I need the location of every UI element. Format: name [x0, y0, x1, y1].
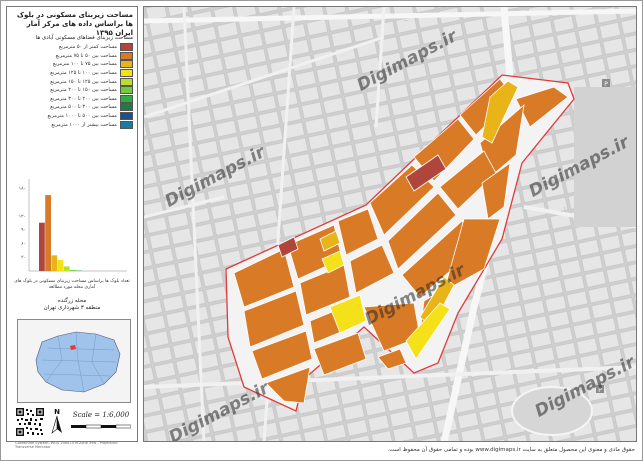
bar-150-200 [70, 270, 76, 271]
locator-title-line2: منطقه ۳ شهرداری تهران [43, 305, 101, 311]
legend-item: مساحت بین ۳۰۰ تا ۵۰۰ مترمربع [11, 103, 133, 112]
legend-swatch [120, 112, 133, 121]
bar-75-100 [51, 255, 58, 271]
copyright-notice: حقوق مادی و معنوی این محصول متعلق به سای… [387, 447, 635, 453]
chart-caption: تعداد بلوک ها براساس مساحت زیربنای مسکون… [14, 279, 130, 290]
legend-label: مساحت بین ۲۰۰ تا ۳۰۰ مترمربع [50, 95, 117, 102]
legend-swatch [120, 86, 133, 95]
legend-swatch [120, 69, 133, 78]
legend-label: مساحت بین ۷۵ تا ۱۰۰ مترمربع [52, 61, 117, 68]
y-tick-label: ۹۰ [21, 228, 26, 233]
legend-swatch [120, 77, 133, 86]
bar-50-75 [45, 195, 51, 271]
legend-swatch [120, 94, 133, 103]
svg-text:...: ... [404, 17, 408, 22]
legend-swatch [120, 120, 133, 129]
legend: مساحت زیربنای فضاهای مسکونی آبادی ها مسا… [11, 35, 133, 143]
north-arrow-icon: N [51, 408, 62, 434]
qr-code [15, 407, 45, 437]
locator-title-line1: محله زرگنده [57, 298, 87, 304]
legend-swatch [120, 103, 133, 112]
legend-label: مساحت بین ۵۰ تا ۷۵ مترمربع [55, 52, 117, 59]
legend-label: مساحت بین ۱۵۰ تا ۲۰۰ مترمربع [50, 87, 117, 94]
legend-item: مساحت بین ۵۰۰ تا ۱۰۰۰ مترمربع [11, 112, 133, 121]
scale-bar [71, 424, 131, 429]
legend-panel: مساحت زیربنای مسکونی در بلوک ها براساس د… [6, 6, 138, 449]
legend-swatch [120, 51, 133, 60]
legend-item: مساحت بین ۱۵۰ تا ۲۰۰ مترمربع [11, 86, 133, 95]
legend-item: مساحت بیشتر از ۱۰۰۰ مترمربع [11, 120, 133, 129]
legend-swatch [120, 60, 133, 69]
locator-title: محله زرگنده منطقه ۳ شهرداری تهران [11, 298, 133, 312]
legend-item: مساحت بین ۱۲۵ تا ۱۵۰ مترمربع [11, 77, 133, 86]
legend-label: مساحت بیشتر از ۱۰۰۰ مترمربع [51, 121, 117, 128]
locator-map [17, 319, 131, 403]
legend-label: مساحت کمتر از ۵۰ مترمربع [58, 44, 117, 51]
legend-label: مساحت بین ۱۲۵ تا ۱۵۰ مترمربع [50, 78, 117, 85]
legend-label: مساحت بین ۵۰۰ تا ۱۰۰۰ مترمربع [47, 113, 118, 120]
legend-label: مساحت بین ۳۰۰ تا ۵۰۰ مترمربع [50, 104, 117, 111]
svg-text:P: P [598, 387, 602, 394]
y-tick-label: ۶۰ [21, 242, 26, 247]
y-tick-label: ۱۸۰ [19, 187, 26, 192]
map-title: مساحت زیربنای مسکونی در بلوک ها براساس د… [16, 11, 133, 37]
bar-chart-svg: ۱۸۰ ۱۲۰ ۹۰ ۶۰ ۳۰ [19, 179, 127, 272]
bar-100-125 [57, 259, 64, 271]
bar-<50 [39, 222, 45, 271]
legend-item: مساحت بین ۷۵ تا ۱۰۰ مترمربع [11, 60, 133, 69]
bar-chart: ۱۸۰ ۱۲۰ ۹۰ ۶۰ ۳۰ تعداد بلوک ها براساس مساحت … [11, 175, 133, 295]
legend-label: مساحت بین ۱۰۰ تا ۱۲۵ مترمربع [50, 70, 117, 77]
legend-swatch [120, 43, 133, 52]
coordinate-note: Coordinate System: WGS 1984 UTM Zone 39N… [15, 441, 119, 449]
map-view: ... ... P P Digimaps.ir Digimaps.ir Digi… [143, 6, 637, 442]
legend-title: مساحت زیربنای فضاهای مسکونی آبادی ها [35, 35, 133, 41]
map-canvas: ... ... P P [144, 7, 636, 441]
legend-item: مساحت بین ۲۰۰ تا ۳۰۰ مترمربع [11, 94, 133, 104]
legend-item: مساحت کمتر از ۵۰ مترمربع [11, 43, 133, 52]
svg-text:P: P [604, 81, 608, 88]
bar-125-150 [63, 266, 70, 271]
legend-item: مساحت بین ۱۰۰ تا ۱۲۵ مترمربع [11, 69, 133, 78]
y-tick-label: ۱۲۰ [19, 214, 26, 219]
y-tick-label: ۳۰ [21, 255, 26, 261]
scale-label: Scale = 1:6,000 [72, 411, 130, 419]
north-letter: N [54, 408, 60, 416]
legend-item: مساحت بین ۵۰ تا ۷۵ مترمربع [11, 51, 133, 61]
